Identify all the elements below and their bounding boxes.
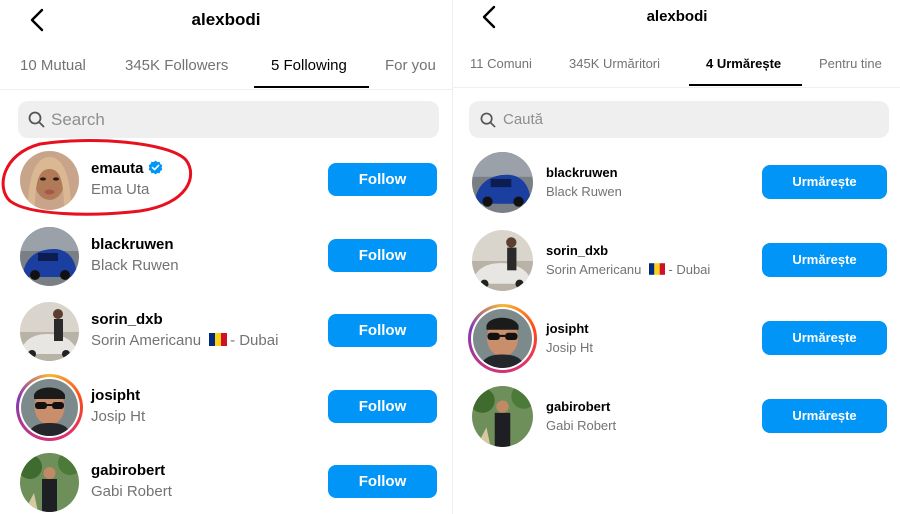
user-row[interactable]: josipht Josip Ht Follow <box>0 372 452 442</box>
user-full-name: Gabi Robert <box>91 483 172 500</box>
avatar[interactable] <box>20 302 79 361</box>
follow-button[interactable]: Follow <box>328 239 437 272</box>
user-full-name: Black Ruwen <box>91 257 179 274</box>
location-text: - Dubai <box>668 262 711 277</box>
user-row[interactable]: blackruwen Black Ruwen Urmărește <box>453 150 900 216</box>
user-username[interactable]: blackruwen <box>546 165 618 180</box>
search-input[interactable]: Caută <box>469 101 889 138</box>
search-input[interactable]: Search <box>18 101 439 138</box>
top-bar: alexbodi <box>0 0 452 40</box>
tab-for-you[interactable]: For you <box>385 44 436 88</box>
tab-followers[interactable]: 345K Urmăritori <box>569 42 660 86</box>
tab-followers[interactable]: 345K Followers <box>125 44 228 88</box>
user-row[interactable]: gabirobert Gabi Robert Urmărește <box>453 384 900 450</box>
red-highlight-circle <box>1 139 192 216</box>
follow-button[interactable]: Urmărește <box>762 243 887 277</box>
follow-button[interactable]: Urmărește <box>762 399 887 433</box>
follow-button[interactable]: Follow <box>328 465 437 498</box>
tab-mutual[interactable]: 10 Mutual <box>20 44 86 88</box>
user-full-name: Sorin Americanu - Dubai <box>546 262 710 277</box>
top-bar: alexbodi <box>453 0 900 40</box>
user-full-name: Josip Ht <box>546 340 593 355</box>
location-text: - Dubai <box>230 332 279 349</box>
tabs-divider <box>0 89 452 90</box>
tabs-divider <box>453 87 900 88</box>
user-username[interactable]: gabirobert <box>546 399 610 414</box>
user-username[interactable]: sorin_dxb <box>546 243 608 258</box>
story-ring[interactable] <box>468 304 537 373</box>
user-full-name: Black Ruwen <box>546 184 622 199</box>
avatar[interactable] <box>20 453 79 512</box>
search-icon <box>480 112 496 128</box>
user-username[interactable]: gabirobert <box>91 462 165 479</box>
tab-bar: 11 Comuni 345K Urmăritori 4 Urmărește Pe… <box>453 42 900 88</box>
tab-for-you[interactable]: Pentru tine <box>819 42 882 86</box>
follow-button[interactable]: Urmărește <box>762 165 887 199</box>
avatar[interactable] <box>472 230 533 291</box>
avatar[interactable] <box>20 227 79 286</box>
full-name-text: Sorin Americanu <box>546 262 642 277</box>
story-ring[interactable] <box>16 374 83 441</box>
user-row[interactable]: josipht Josip Ht Urmărește <box>453 304 900 373</box>
profile-username-title: alexbodi <box>191 10 261 29</box>
user-row[interactable]: sorin_dxb Sorin Americanu - Dubai Follow <box>0 296 452 366</box>
avatar[interactable] <box>472 152 533 213</box>
follow-button[interactable]: Urmărește <box>762 321 887 355</box>
search-icon <box>28 111 45 128</box>
avatar <box>21 379 78 436</box>
full-name-text: Sorin Americanu <box>91 332 202 349</box>
follow-button[interactable]: Follow <box>328 390 437 423</box>
user-full-name: Gabi Robert <box>546 418 617 433</box>
tab-following[interactable]: 4 Urmărește <box>706 42 781 86</box>
avatar <box>473 309 532 368</box>
user-row[interactable]: gabirobert Gabi Robert Follow <box>0 447 452 514</box>
profile-username-title: alexbodi <box>646 8 708 25</box>
user-full-name: Sorin Americanu - Dubai <box>91 332 278 349</box>
following-list-romanian: alexbodi 11 Comuni 345K Urmăritori 4 Urm… <box>452 0 900 514</box>
user-row[interactable]: blackruwen Black Ruwen Follow <box>0 221 452 291</box>
romania-flag-icon <box>209 333 228 346</box>
active-tab-underline <box>689 84 802 86</box>
follow-button[interactable]: Follow <box>328 314 437 347</box>
tab-following[interactable]: 5 Following <box>271 44 347 88</box>
tab-mutual[interactable]: 11 Comuni <box>470 42 532 86</box>
user-username[interactable]: josipht <box>91 387 140 404</box>
avatar[interactable] <box>472 386 533 447</box>
user-username[interactable]: blackruwen <box>91 236 174 253</box>
user-username[interactable]: josipht <box>546 321 589 336</box>
tab-bar: 10 Mutual 345K Followers 5 Following For… <box>0 44 452 90</box>
romania-flag-icon <box>649 263 666 275</box>
user-full-name: Josip Ht <box>91 408 146 425</box>
following-list-english: alexbodi 10 Mutual 345K Followers 5 Foll… <box>0 0 452 514</box>
user-row[interactable]: sorin_dxb Sorin Americanu - Dubai Urmăreș… <box>453 228 900 294</box>
active-tab-underline <box>254 86 369 88</box>
user-username[interactable]: sorin_dxb <box>91 311 163 328</box>
search-placeholder: Caută <box>503 111 544 128</box>
search-placeholder: Search <box>51 110 105 129</box>
follow-button[interactable]: Follow <box>328 163 437 196</box>
